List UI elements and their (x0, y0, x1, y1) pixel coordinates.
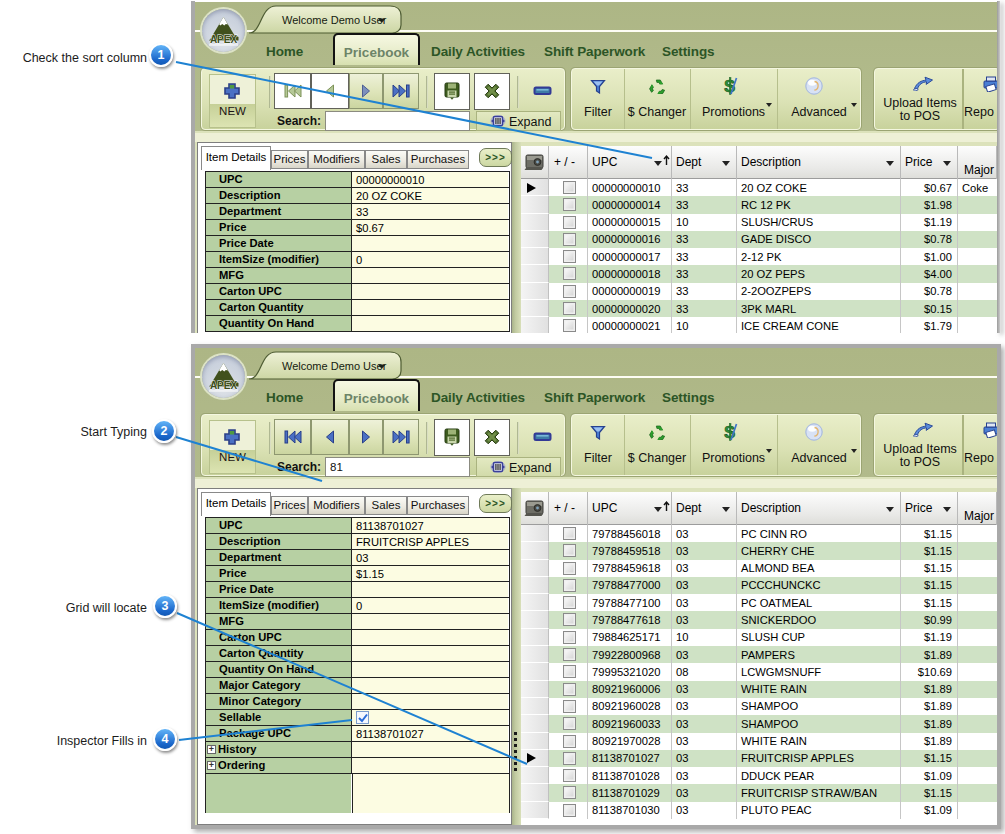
svg-text:APEX: APEX (210, 34, 238, 45)
svg-text:APEX: APEX (210, 380, 238, 391)
